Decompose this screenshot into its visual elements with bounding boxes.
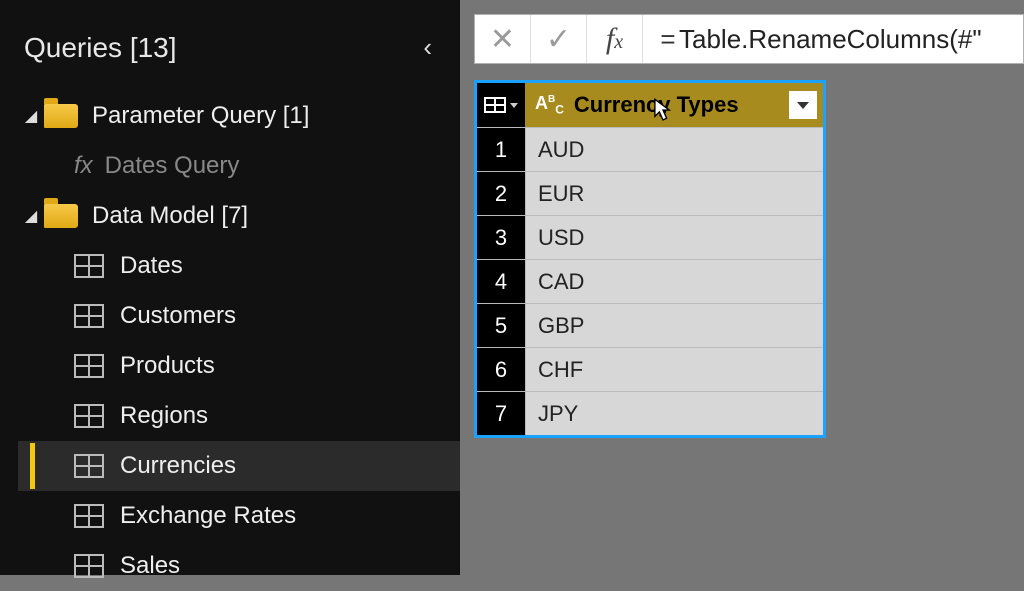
- query-label: Dates: [120, 252, 183, 280]
- sidebar-title: Queries [13]: [24, 32, 177, 64]
- cell-value: AUD: [525, 128, 823, 171]
- table-icon: [74, 404, 104, 428]
- query-label: Dates Query: [105, 152, 240, 180]
- sidebar-collapse-button[interactable]: ‹: [415, 28, 440, 67]
- editor-pane: ✕ ✓ fx = Table.RenameColumns(#" ABC Curr…: [460, 0, 1024, 575]
- chevron-down-icon: [510, 103, 518, 108]
- row-number: 7: [477, 392, 525, 435]
- column-header[interactable]: ABC Currency Types: [477, 83, 823, 127]
- table-row[interactable]: 1 AUD: [477, 127, 823, 171]
- table-row[interactable]: 6 CHF: [477, 347, 823, 391]
- query-group-data-model[interactable]: ◢ Data Model [7]: [18, 191, 460, 241]
- query-group-parameter[interactable]: ◢ Parameter Query [1]: [18, 91, 460, 141]
- queries-sidebar: Queries [13] ‹ ◢ Parameter Query [1] fx …: [0, 0, 460, 575]
- group-label: Parameter Query [1]: [92, 102, 309, 130]
- cell-value: USD: [525, 216, 823, 259]
- query-tree: ◢ Parameter Query [1] fx Dates Query ◢ D…: [0, 91, 460, 591]
- cell-value: CHF: [525, 348, 823, 391]
- check-icon: ✓: [546, 22, 571, 57]
- query-label: Exchange Rates: [120, 502, 296, 530]
- row-number: 3: [477, 216, 525, 259]
- query-item-customers[interactable]: Customers: [18, 291, 460, 341]
- confirm-button[interactable]: ✓: [531, 15, 587, 63]
- chevron-down-icon: [797, 102, 809, 109]
- cell-value: GBP: [525, 304, 823, 347]
- query-item-dates[interactable]: Dates: [18, 241, 460, 291]
- fx-icon: fx: [74, 152, 93, 180]
- cancel-button[interactable]: ✕: [475, 15, 531, 63]
- folder-icon: [44, 104, 78, 128]
- query-label: Customers: [120, 302, 236, 330]
- table-icon: [74, 304, 104, 328]
- query-label: Regions: [120, 402, 208, 430]
- query-item-currencies[interactable]: Currencies: [18, 441, 460, 491]
- row-number: 6: [477, 348, 525, 391]
- query-item-regions[interactable]: Regions: [18, 391, 460, 441]
- group-label: Data Model [7]: [92, 202, 248, 230]
- query-label: Sales: [120, 552, 180, 580]
- query-item-sales[interactable]: Sales: [18, 541, 460, 591]
- fx-button[interactable]: fx: [587, 15, 643, 63]
- table-icon: [74, 504, 104, 528]
- fx-icon: fx: [606, 22, 623, 56]
- formula-bar: ✕ ✓ fx = Table.RenameColumns(#": [474, 14, 1024, 64]
- table-icon: [74, 554, 104, 578]
- table-row[interactable]: 4 CAD: [477, 259, 823, 303]
- folder-icon: [44, 204, 78, 228]
- row-number: 4: [477, 260, 525, 303]
- table-icon: [74, 254, 104, 278]
- row-number: 2: [477, 172, 525, 215]
- formula-input[interactable]: Table.RenameColumns(#": [679, 24, 1023, 55]
- row-number: 5: [477, 304, 525, 347]
- cell-value: JPY: [525, 392, 823, 435]
- table-row[interactable]: 5 GBP: [477, 303, 823, 347]
- table-icon: [74, 454, 104, 478]
- table-icon: [484, 97, 506, 113]
- row-number: 1: [477, 128, 525, 171]
- table-menu-button[interactable]: [477, 83, 525, 127]
- cell-value: CAD: [525, 260, 823, 303]
- table-icon: [74, 354, 104, 378]
- chevron-down-icon: ◢: [18, 106, 44, 126]
- column-filter-button[interactable]: [789, 91, 817, 119]
- data-table: ABC Currency Types 1 AUD 2 EUR 3 USD 4 C…: [474, 80, 826, 438]
- query-item-products[interactable]: Products: [18, 341, 460, 391]
- chevron-down-icon: ◢: [18, 206, 44, 226]
- table-row[interactable]: 3 USD: [477, 215, 823, 259]
- query-item-exchange-rates[interactable]: Exchange Rates: [18, 491, 460, 541]
- column-type-icon[interactable]: ABC: [525, 93, 574, 117]
- close-icon: ✕: [490, 22, 515, 57]
- column-name[interactable]: Currency Types: [574, 92, 789, 118]
- table-row[interactable]: 2 EUR: [477, 171, 823, 215]
- query-label: Currencies: [120, 452, 236, 480]
- query-label: Products: [120, 352, 215, 380]
- table-row[interactable]: 7 JPY: [477, 391, 823, 435]
- query-item-dates-fx[interactable]: fx Dates Query: [18, 141, 460, 191]
- cell-value: EUR: [525, 172, 823, 215]
- equals-sign: =: [643, 24, 679, 55]
